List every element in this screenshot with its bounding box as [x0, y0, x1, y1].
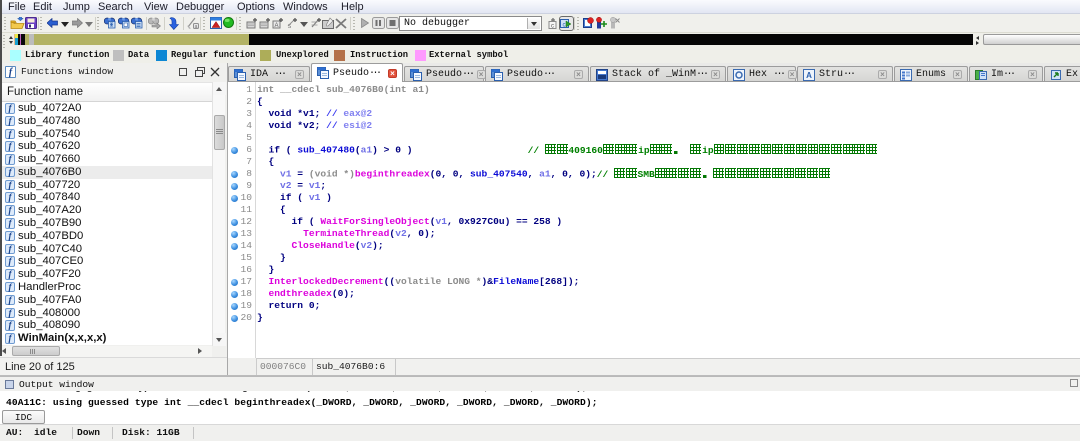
svg-text:a: a: [195, 24, 198, 29]
svg-text:A: A: [806, 71, 812, 80]
svg-text:c: c: [563, 23, 566, 29]
svg-text:A: A: [274, 23, 278, 29]
svg-text:c: c: [551, 24, 554, 30]
